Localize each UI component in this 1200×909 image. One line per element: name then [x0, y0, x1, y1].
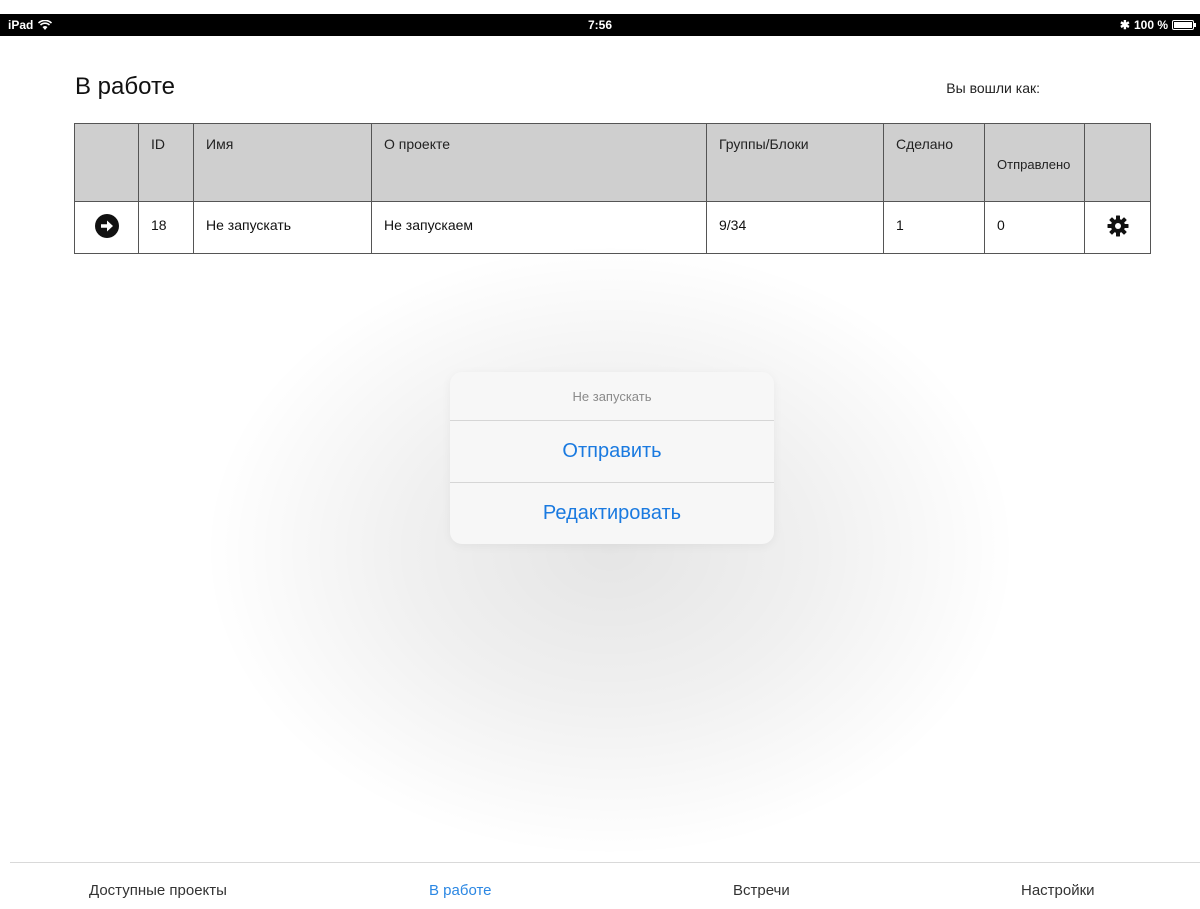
- cell-name: Не запускать: [193, 201, 372, 254]
- send-button[interactable]: Отправить: [450, 421, 774, 483]
- column-header-sent: Отправлено: [984, 123, 1085, 202]
- gear-icon: [1107, 215, 1128, 237]
- status-bar: iPad 7:56 ✱ 100 %: [0, 14, 1200, 36]
- column-header-groups: Группы/Блоки: [706, 123, 884, 202]
- column-header-open: [74, 123, 139, 202]
- battery-icon: [1172, 20, 1196, 30]
- tab-settings[interactable]: Настройки: [1021, 882, 1095, 899]
- table-row[interactable]: 18 Не запускать Не запускаем 9/34 1 0: [74, 201, 1151, 254]
- column-header-id: ID: [138, 123, 194, 202]
- action-sheet: Не запускать Отправить Редактировать: [450, 372, 774, 544]
- page-title: В работе: [75, 73, 176, 100]
- action-sheet-title: Не запускать: [450, 372, 774, 421]
- table-header-row: ID Имя О проекте Группы/Блоки Сделано От…: [74, 123, 1151, 202]
- battery-percent: 100 %: [1133, 18, 1168, 32]
- cell-id: 18: [138, 201, 194, 254]
- tab-bar: Доступные проекты В работе Встречи Настр…: [10, 862, 1200, 909]
- cell-groups: 9/34: [706, 201, 884, 254]
- cell-sent: 0: [984, 201, 1085, 254]
- column-header-about: О проекте: [371, 123, 707, 202]
- column-header-done: Сделано: [883, 123, 985, 202]
- projects-table: ID Имя О проекте Группы/Блоки Сделано От…: [74, 123, 1151, 254]
- tab-available-projects[interactable]: Доступные проекты: [89, 882, 227, 899]
- settings-button[interactable]: [1084, 201, 1151, 254]
- column-header-settings: [1084, 123, 1151, 202]
- tab-meetings[interactable]: Встречи: [733, 882, 790, 899]
- cell-about: Не запускаем: [371, 201, 707, 254]
- edit-button[interactable]: Редактировать: [450, 483, 774, 544]
- clock: 7:56: [587, 18, 613, 32]
- arrow-right-circle-icon: [94, 214, 119, 238]
- modal-shadow: [200, 240, 1020, 860]
- cell-done: 1: [883, 201, 985, 254]
- login-label: Вы вошли как:: [946, 80, 1040, 96]
- bluetooth-icon: ✱: [1119, 18, 1130, 32]
- column-header-name: Имя: [193, 123, 372, 202]
- open-project-button[interactable]: [74, 201, 139, 254]
- tab-in-progress[interactable]: В работе: [429, 882, 492, 899]
